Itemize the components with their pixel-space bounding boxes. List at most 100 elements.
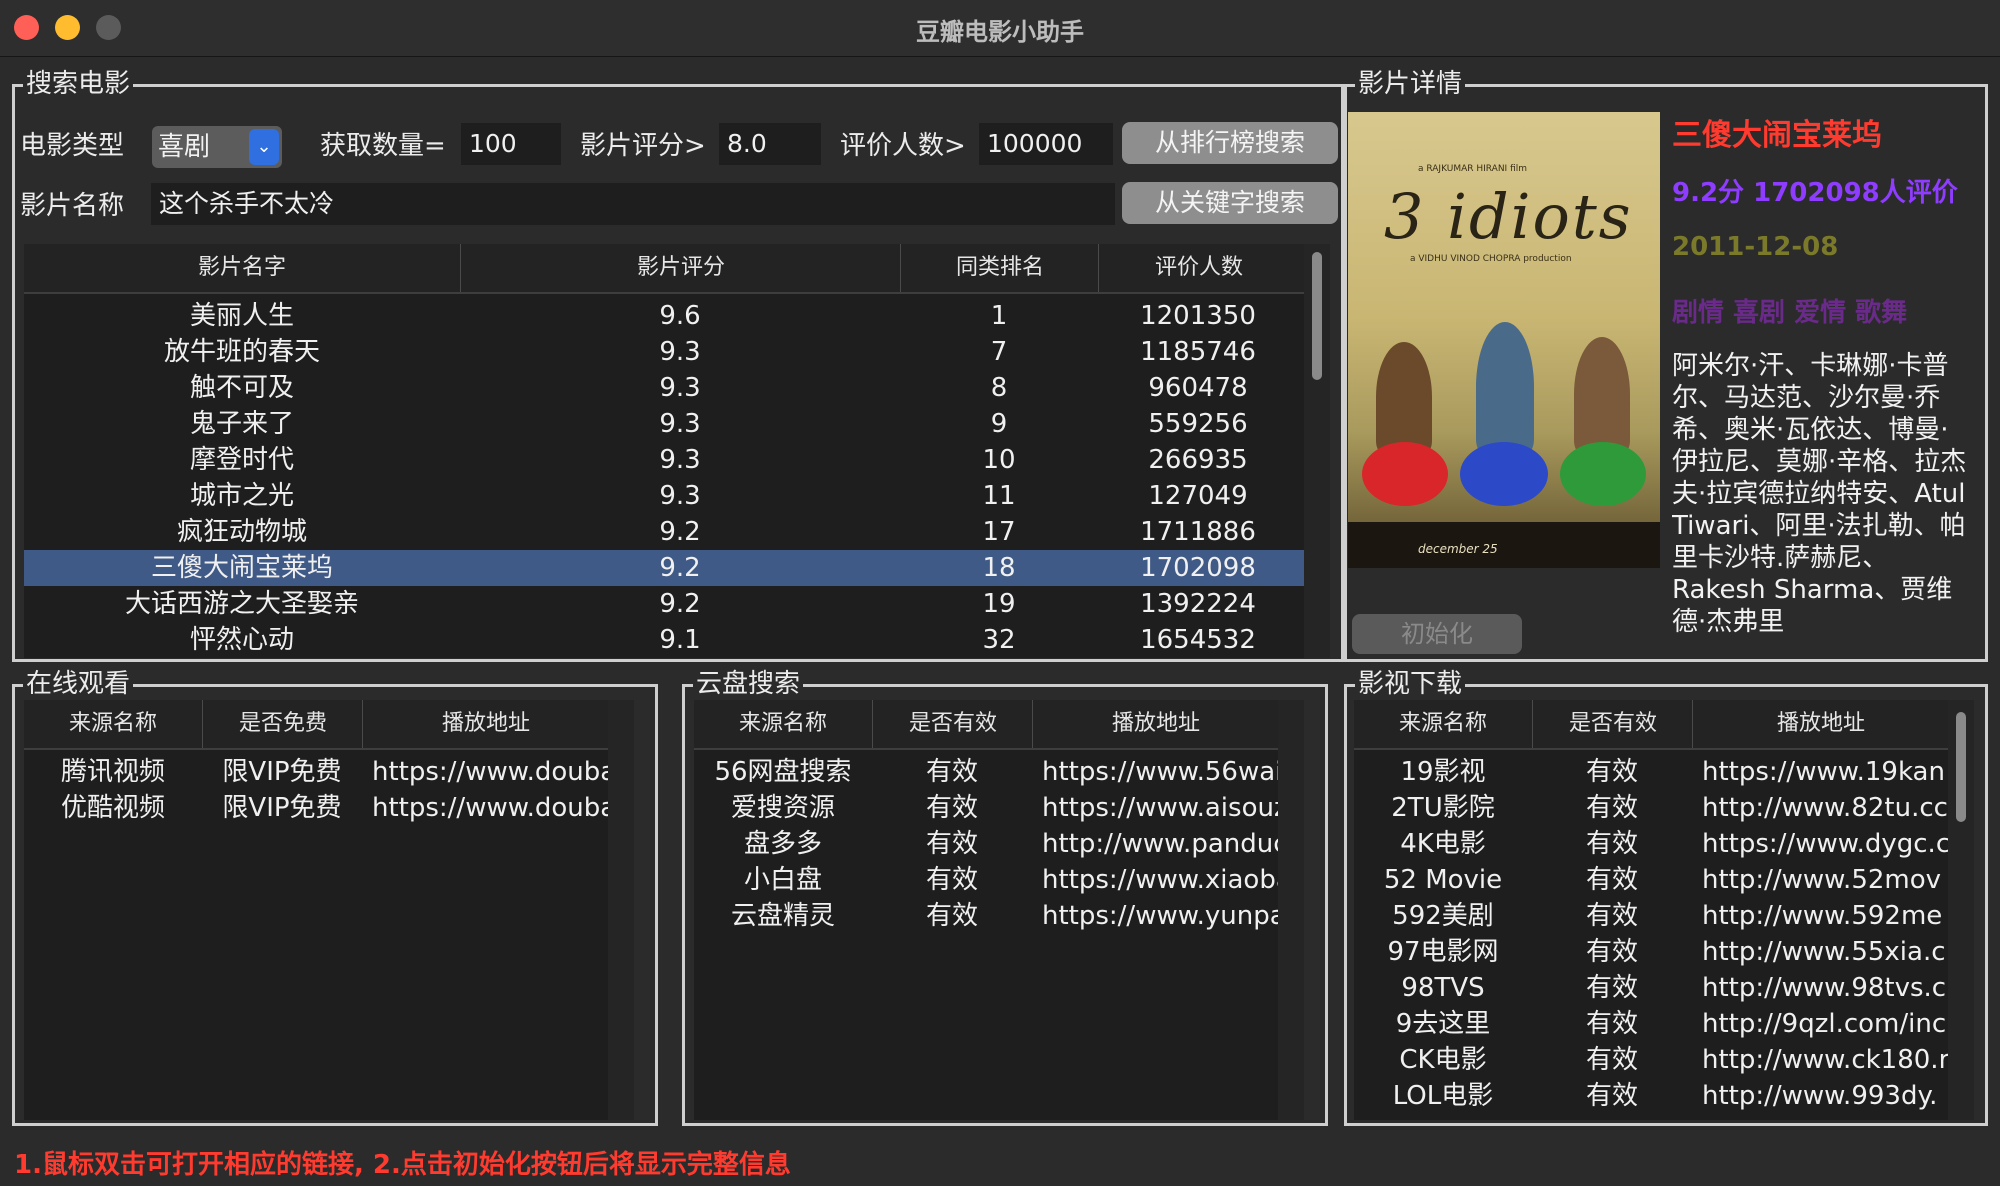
table-row[interactable]: 放牛班的春天 9.3 7 1185746 xyxy=(24,334,1330,370)
download-table[interactable]: 来源名称 是否有效 播放地址 19影视 有效 https://www.19kan 2T… xyxy=(1354,700,1974,1120)
keyword-search-button[interactable]: 从关键字搜索 xyxy=(1122,182,1338,224)
table-row[interactable]: 腾讯视频 限VIP免费 https://www.douba xyxy=(24,754,634,790)
results-scrollbar-thumb[interactable] xyxy=(1312,252,1322,380)
table-row[interactable]: 鬼子来了 9.3 9 559256 xyxy=(24,406,1330,442)
cell-votes: 559256 xyxy=(1148,409,1248,439)
table-row[interactable]: 98TVS 有效 http://www.98tvs.c xyxy=(1354,970,1974,1006)
cell-rank: 32 xyxy=(982,625,1016,655)
table-row[interactable]: 怦然心动 9.1 32 1654532 xyxy=(24,622,1330,658)
cell-votes: 1654532 xyxy=(1140,625,1256,655)
online-scrollbar[interactable] xyxy=(608,700,634,1120)
column-header-url[interactable]: 播放地址 xyxy=(1692,700,1949,748)
cell-score: 9.3 xyxy=(659,481,701,511)
table-row[interactable]: 触不可及 9.3 8 960478 xyxy=(24,370,1330,406)
column-header-source[interactable]: 来源名称 xyxy=(694,700,872,748)
column-header-score[interactable]: 影片评分 xyxy=(460,244,901,292)
table-row[interactable]: 疯狂动物城 9.2 17 1711886 xyxy=(24,514,1330,550)
cell-rank: 10 xyxy=(982,445,1016,475)
movie-name-input[interactable]: 这个杀手不太冷 xyxy=(150,182,1116,226)
min-votes-input[interactable]: 100000 xyxy=(978,122,1114,166)
column-header-url[interactable]: 播放地址 xyxy=(1032,700,1279,748)
poster-footer-band xyxy=(1348,522,1660,568)
cell-status: 有效 xyxy=(1585,973,1638,1003)
min-score-label: 影片评分> xyxy=(580,131,706,161)
cell-votes: 1201350 xyxy=(1140,301,1256,331)
cell-url: http://www.55xia.c xyxy=(1702,937,1946,967)
fetch-count-input[interactable]: 100 xyxy=(460,122,562,166)
column-header-valid[interactable]: 是否有效 xyxy=(1532,700,1693,748)
column-header-free[interactable]: 是否免费 xyxy=(202,700,363,748)
column-header-source[interactable]: 来源名称 xyxy=(1354,700,1532,748)
table-row[interactable]: 盘多多 有效 http://www.panduc xyxy=(694,826,1304,862)
results-scrollbar[interactable] xyxy=(1304,244,1330,658)
column-header-valid[interactable]: 是否有效 xyxy=(872,700,1033,748)
table-row[interactable]: 56网盘搜索 有效 https://www.56wai xyxy=(694,754,1304,790)
cell-status: 有效 xyxy=(1585,901,1638,931)
cell-source: 52 Movie xyxy=(1383,865,1503,895)
cell-rank: 9 xyxy=(990,409,1008,439)
cell-status: 有效 xyxy=(925,757,978,787)
table-row[interactable]: 19影视 有效 https://www.19kan xyxy=(1354,754,1974,790)
cell-status: 有效 xyxy=(925,829,978,859)
download-scrollbar[interactable] xyxy=(1948,700,1974,1120)
movie-name-label: 影片名称 xyxy=(20,191,125,221)
table-row[interactable]: 2TU影院 有效 http://www.82tu.cc xyxy=(1354,790,1974,826)
table-row[interactable]: 优酷视频 限VIP免费 https://www.douba xyxy=(24,790,634,826)
cell-score: 9.3 xyxy=(659,373,701,403)
column-header-votes[interactable]: 评价人数 xyxy=(1098,244,1299,292)
cell-url: https://www.56wai xyxy=(1042,757,1278,787)
table-row[interactable]: CK电影 有效 http://www.ck180.r xyxy=(1354,1042,1974,1078)
column-header-title[interactable]: 影片名字 xyxy=(24,244,460,292)
results-table[interactable]: 影片名字 影片评分 同类排名 评价人数 美丽人生 9.6 1 1201350 放牛班的春… xyxy=(24,244,1330,658)
title-bar: 豆瓣电影小助手 xyxy=(0,0,2000,57)
cell-title: 美丽人生 xyxy=(189,301,294,331)
table-row[interactable]: 592美剧 有效 http://www.592me xyxy=(1354,898,1974,934)
cell-rank: 11 xyxy=(982,481,1016,511)
cell-votes: 1711886 xyxy=(1140,517,1256,547)
cell-source: 97电影网 xyxy=(1387,937,1499,967)
movie-type-select[interactable]: 喜剧 ⌄ xyxy=(152,126,282,168)
cell-url: https://www.douba xyxy=(372,793,608,823)
cell-title: 大话西游之大圣娶亲 xyxy=(124,589,359,619)
cell-title: 摩登时代 xyxy=(189,445,294,475)
detail-score: 9.2分 1702098人评价 xyxy=(1672,178,1958,208)
table-row[interactable]: 爱搜资源 有效 https://www.aisouz xyxy=(694,790,1304,826)
table-row[interactable]: 摩登时代 9.3 10 266935 xyxy=(24,442,1330,478)
cloud-scrollbar[interactable] xyxy=(1278,700,1304,1120)
download-scrollbar-thumb[interactable] xyxy=(1956,712,1966,822)
table-row[interactable]: 美丽人生 9.6 1 1201350 xyxy=(24,298,1330,334)
table-row[interactable]: LOL电影 有效 http://www.993dy. xyxy=(1354,1078,1974,1114)
cell-score: 9.3 xyxy=(659,337,701,367)
table-row[interactable]: 52 Movie 有效 http://www.52mov xyxy=(1354,862,1974,898)
cell-status: 限VIP免费 xyxy=(222,757,342,787)
poster-figure-right xyxy=(1574,337,1630,452)
cell-title: 城市之光 xyxy=(189,481,294,511)
chevron-down-icon[interactable]: ⌄ xyxy=(249,129,279,165)
table-row[interactable]: 4K电影 有效 https://www.dygc.c xyxy=(1354,826,1974,862)
cell-source: 9去这里 xyxy=(1395,1009,1491,1039)
cell-status: 有效 xyxy=(1585,829,1638,859)
table-row[interactable]: 大话西游之大圣娶亲 9.2 19 1392224 xyxy=(24,586,1330,622)
column-header-source[interactable]: 来源名称 xyxy=(24,700,202,748)
cell-title: 三傻大闹宝莱坞 xyxy=(150,553,333,583)
rank-search-button[interactable]: 从排行榜搜索 xyxy=(1122,122,1338,164)
online-table[interactable]: 来源名称 是否免费 播放地址 腾讯视频 限VIP免费 https://www.dou… xyxy=(24,700,634,1120)
table-row[interactable]: 云盘精灵 有效 https://www.yunpa xyxy=(694,898,1304,934)
min-score-input[interactable]: 8.0 xyxy=(718,122,822,166)
cloud-group-title: 云盘搜索 xyxy=(693,667,804,701)
cell-url: http://www.98tvs.c xyxy=(1702,973,1947,1003)
column-header-url[interactable]: 播放地址 xyxy=(362,700,609,748)
cell-url: https://www.dygc.c xyxy=(1702,829,1948,859)
cell-score: 9.1 xyxy=(659,625,701,655)
cloud-table[interactable]: 来源名称 是否有效 播放地址 56网盘搜索 有效 https://www.56wai… xyxy=(694,700,1304,1120)
table-row[interactable]: 97电影网 有效 http://www.55xia.c xyxy=(1354,934,1974,970)
cell-source: 56网盘搜索 xyxy=(714,757,852,787)
table-row[interactable]: 城市之光 9.3 11 127049 xyxy=(24,478,1330,514)
cell-url: http://www.52mov xyxy=(1702,865,1942,895)
table-row[interactable]: 9去这里 有效 http://9qzl.com/inc xyxy=(1354,1006,1974,1042)
init-button[interactable]: 初始化 xyxy=(1352,614,1522,654)
table-row[interactable]: 三傻大闹宝莱坞 9.2 18 1702098 xyxy=(24,550,1330,586)
table-row[interactable]: 小白盘 有效 https://www.xiaoba xyxy=(694,862,1304,898)
cell-source: 优酷视频 xyxy=(60,793,165,823)
column-header-rank[interactable]: 同类排名 xyxy=(900,244,1099,292)
